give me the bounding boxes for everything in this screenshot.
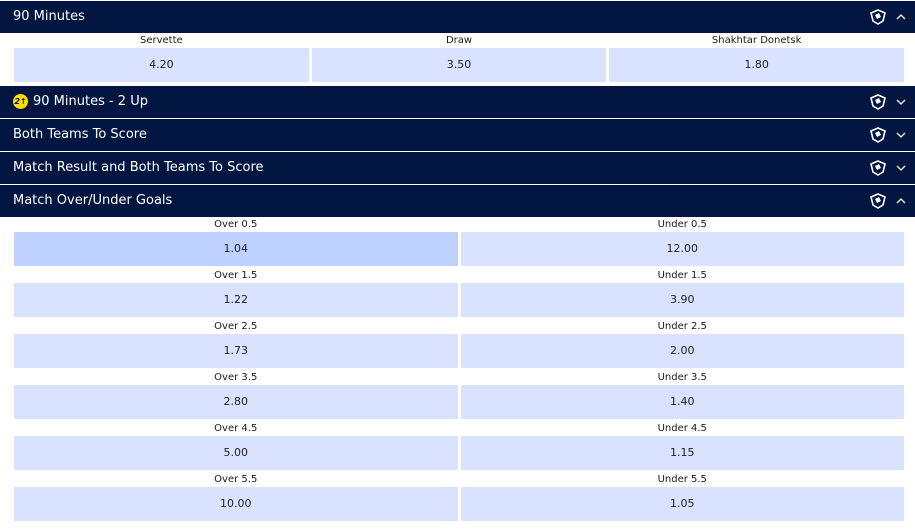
- odds-button[interactable]: 3.50: [311, 48, 607, 82]
- over-under-row: Over 1.5 1.22 Under 1.5 3.90: [14, 268, 904, 317]
- market-header-2-up[interactable]: 2↑ 90 Minutes - 2 Up: [0, 85, 915, 118]
- market-body-90-minutes: Servette 4.20 Draw 3.50 Shakhtar Donetsk…: [0, 33, 915, 82]
- market-title: 90 Minutes - 2 Up: [33, 94, 148, 109]
- odds-button[interactable]: 10.00: [14, 487, 458, 521]
- chevron-up-icon[interactable]: [895, 12, 907, 22]
- odds-button[interactable]: 1.05: [460, 487, 904, 521]
- market-title: Both Teams To Score: [13, 127, 147, 142]
- outcome-label: Over 2.5: [214, 321, 258, 332]
- over-under-row: Over 5.5 10.00 Under 5.5 1.05: [14, 472, 904, 521]
- same-game-multi-icon[interactable]: [869, 160, 887, 176]
- market-header-result-and-btts[interactable]: Match Result and Both Teams To Score: [0, 151, 915, 184]
- market-header-both-teams-to-score[interactable]: Both Teams To Score: [0, 118, 915, 151]
- markets-panel: 90 Minutes Servette 4.20 Draw 3.50 Shakh…: [0, 0, 915, 521]
- odds-button[interactable]: 1.40: [460, 385, 904, 419]
- same-game-multi-icon[interactable]: [869, 127, 887, 143]
- over-under-row: Over 4.5 5.00 Under 4.5 1.15: [14, 421, 904, 470]
- odds-button[interactable]: 2.00: [460, 334, 904, 368]
- outcome-label: Over 3.5: [214, 372, 258, 383]
- market-body-over-under-goals: Over 0.5 1.04 Under 0.5 12.00 Over 1.5 1…: [0, 217, 915, 521]
- odds-button[interactable]: 12.00: [460, 232, 904, 266]
- over-under-row: Over 0.5 1.04 Under 0.5 12.00: [14, 217, 904, 266]
- odds-button[interactable]: 1.15: [460, 436, 904, 470]
- outcome-label: Draw: [445, 35, 473, 46]
- market-title: 90 Minutes: [13, 9, 85, 24]
- odds-button[interactable]: 1.04: [14, 232, 458, 266]
- same-game-multi-icon[interactable]: [869, 94, 887, 110]
- outcome-label: Under 1.5: [657, 270, 707, 281]
- over-under-row: Over 2.5 1.73 Under 2.5 2.00: [14, 319, 904, 368]
- chevron-down-icon[interactable]: [895, 163, 907, 173]
- market-title: Match Over/Under Goals: [13, 193, 173, 208]
- outcome-label: Over 4.5: [214, 423, 258, 434]
- chevron-up-icon[interactable]: [895, 196, 907, 206]
- outcome-label: Shakhtar Donetsk: [711, 35, 802, 46]
- same-game-multi-icon[interactable]: [869, 9, 887, 25]
- outcome-label: Under 5.5: [657, 474, 707, 485]
- odds-button[interactable]: 1.73: [14, 334, 458, 368]
- outcome-label: Over 5.5: [214, 474, 258, 485]
- market-header-90-minutes[interactable]: 90 Minutes: [0, 0, 915, 33]
- outcome-label: Servette: [139, 35, 183, 46]
- outcome-label: Over 0.5: [214, 219, 258, 230]
- market-title: Match Result and Both Teams To Score: [13, 160, 264, 175]
- chevron-down-icon[interactable]: [895, 130, 907, 140]
- outcome-label: Under 3.5: [657, 372, 707, 383]
- odds-button[interactable]: 3.90: [460, 283, 904, 317]
- odds-button[interactable]: 1.80: [609, 48, 905, 82]
- outcome-label: Under 2.5: [657, 321, 707, 332]
- odds-button[interactable]: 4.20: [14, 48, 309, 82]
- two-up-badge-icon: 2↑: [13, 94, 28, 109]
- outcome-label: Under 0.5: [657, 219, 707, 230]
- odds-button[interactable]: 1.22: [14, 283, 458, 317]
- over-under-row: Over 3.5 2.80 Under 3.5 1.40: [14, 370, 904, 419]
- market-header-over-under-goals[interactable]: Match Over/Under Goals: [0, 184, 915, 217]
- odds-button[interactable]: 2.80: [14, 385, 458, 419]
- outcome-label: Under 4.5: [657, 423, 707, 434]
- same-game-multi-icon[interactable]: [869, 193, 887, 209]
- chevron-down-icon[interactable]: [895, 97, 907, 107]
- outcome-label: Over 1.5: [214, 270, 258, 281]
- odds-button[interactable]: 5.00: [14, 436, 458, 470]
